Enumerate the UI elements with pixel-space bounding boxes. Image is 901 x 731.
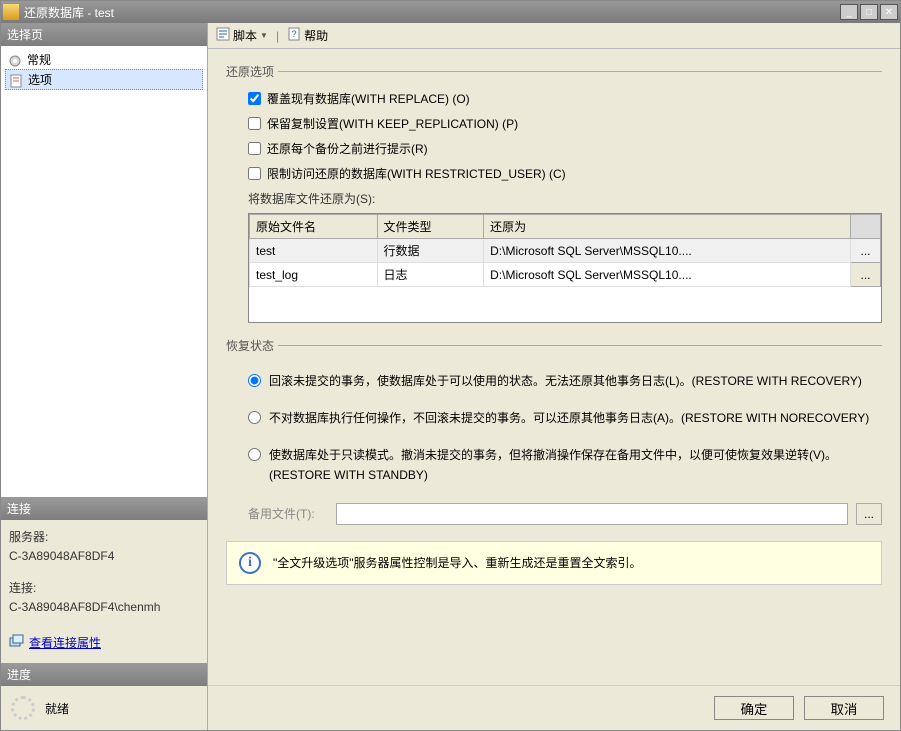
nav-item-options[interactable]: 选项 bbox=[5, 69, 203, 90]
standby-label: 使数据库处于只读模式。撤消未提交的事务，但将撤消操作保存在备用文件中，以便可使恢… bbox=[269, 446, 882, 484]
cell-name: test_log bbox=[250, 263, 378, 287]
help-button[interactable]: ? 帮助 bbox=[283, 25, 332, 46]
table-row[interactable]: test_log 日志 D:\Microsoft SQL Server\MSSQ… bbox=[250, 263, 881, 287]
restore-options-group: 还原选项 覆盖现有数据库(WITH REPLACE) (O) 保留复制设置(WI… bbox=[226, 63, 882, 323]
col-type[interactable]: 文件类型 bbox=[377, 215, 484, 239]
gear-icon bbox=[7, 53, 23, 67]
col-action bbox=[851, 215, 881, 239]
standby-file-input[interactable] bbox=[336, 503, 848, 525]
connection-info: 服务器: C-3A89048AF8DF4 连接: C-3A89048AF8DF4… bbox=[1, 520, 207, 663]
progress-status: 就绪 bbox=[45, 700, 69, 717]
view-connection-text: 查看连接属性 bbox=[29, 634, 101, 651]
script-button[interactable]: 脚本 ▼ bbox=[212, 25, 272, 46]
standby-browse-button[interactable]: ... bbox=[856, 503, 882, 525]
spinner-icon bbox=[11, 696, 35, 720]
cancel-button[interactable]: 取消 bbox=[804, 696, 884, 720]
recovery-label: 回滚未提交的事务，使数据库处于可以使用的状态。无法还原其他事务日志(L)。(RE… bbox=[269, 372, 882, 391]
prompt-checkbox[interactable] bbox=[248, 142, 261, 155]
col-restore-as[interactable]: 还原为 bbox=[484, 215, 851, 239]
standby-file-label: 备用文件(T): bbox=[248, 505, 328, 522]
restore-options-title: 还原选项 bbox=[226, 63, 274, 80]
nav-label-general: 常规 bbox=[27, 51, 51, 68]
window-buttons: _ □ ✕ bbox=[840, 4, 898, 20]
separator: | bbox=[276, 29, 279, 43]
prompt-label: 还原每个备份之前进行提示(R) bbox=[267, 140, 428, 157]
keep-replication-label: 保留复制设置(WITH KEEP_REPLICATION) (P) bbox=[267, 115, 518, 132]
content-area: 选择页 常规 选项 bbox=[1, 23, 900, 730]
nav-list: 常规 选项 bbox=[1, 46, 207, 497]
info-bar: i "全文升级选项"服务器属性控制是导入、重新生成还是重置全文索引。 bbox=[226, 541, 882, 585]
info-icon: i bbox=[239, 552, 261, 574]
recovery-title: 恢复状态 bbox=[226, 337, 274, 354]
help-label: 帮助 bbox=[304, 27, 328, 44]
standby-radio[interactable] bbox=[248, 448, 261, 461]
conn-label: 连接: bbox=[9, 579, 199, 596]
view-connection-link[interactable]: 查看连接属性 bbox=[9, 634, 101, 651]
minimize-button[interactable]: _ bbox=[840, 4, 858, 20]
right-panel: 脚本 ▼ | ? 帮助 还原选项 bbox=[208, 23, 900, 730]
browse-button[interactable]: ... bbox=[851, 239, 881, 263]
recovery-radio[interactable] bbox=[248, 374, 261, 387]
cell-name: test bbox=[250, 239, 378, 263]
ok-button[interactable]: 确定 bbox=[714, 696, 794, 720]
restricted-label: 限制访问还原的数据库(WITH RESTRICTED_USER) (C) bbox=[267, 165, 566, 182]
connection-header: 连接 bbox=[1, 497, 207, 520]
cell-path: D:\Microsoft SQL Server\MSSQL10.... bbox=[484, 239, 851, 263]
nav-item-general[interactable]: 常规 bbox=[5, 50, 203, 69]
titlebar: 还原数据库 - test _ □ ✕ bbox=[1, 1, 900, 23]
close-button[interactable]: ✕ bbox=[880, 4, 898, 20]
overwrite-label: 覆盖现有数据库(WITH REPLACE) (O) bbox=[267, 90, 470, 107]
info-text: "全文升级选项"服务器属性控制是导入、重新生成还是重置全文索引。 bbox=[273, 554, 642, 571]
button-row: 确定 取消 bbox=[208, 685, 900, 730]
maximize-button[interactable]: □ bbox=[860, 4, 878, 20]
norecovery-label: 不对数据库执行任何操作，不回滚未提交的事务。可以还原其他事务日志(A)。(RES… bbox=[269, 409, 882, 428]
restricted-checkbox[interactable] bbox=[248, 167, 261, 180]
nav-label-options: 选项 bbox=[28, 71, 52, 88]
files-table[interactable]: 原始文件名 文件类型 还原为 test 行数据 bbox=[248, 213, 882, 323]
script-icon bbox=[216, 27, 230, 44]
script-label: 脚本 bbox=[233, 27, 257, 44]
server-label: 服务器: bbox=[9, 528, 199, 545]
server-value: C-3A89048AF8DF4 bbox=[9, 549, 199, 563]
chevron-down-icon: ▼ bbox=[260, 31, 268, 40]
svg-text:?: ? bbox=[292, 29, 297, 39]
connection-icon bbox=[9, 634, 25, 651]
dialog-window: 还原数据库 - test _ □ ✕ 选择页 常规 bbox=[0, 0, 901, 731]
conn-value: C-3A89048AF8DF4\chenmh bbox=[9, 600, 199, 614]
norecovery-radio[interactable] bbox=[248, 411, 261, 424]
left-panel: 选择页 常规 选项 bbox=[1, 23, 208, 730]
recovery-group: 恢复状态 回滚未提交的事务，使数据库处于可以使用的状态。无法还原其他事务日志(L… bbox=[226, 337, 882, 585]
files-label: 将数据库文件还原为(S): bbox=[248, 190, 882, 207]
table-row[interactable]: test 行数据 D:\Microsoft SQL Server\MSSQL10… bbox=[250, 239, 881, 263]
overwrite-checkbox[interactable] bbox=[248, 92, 261, 105]
cell-path: D:\Microsoft SQL Server\MSSQL10.... bbox=[484, 263, 851, 287]
progress-body: 就绪 bbox=[1, 686, 207, 730]
browse-button[interactable]: ... bbox=[851, 263, 881, 287]
cell-type: 日志 bbox=[377, 263, 484, 287]
app-icon bbox=[3, 4, 19, 20]
window-title: 还原数据库 - test bbox=[24, 4, 840, 21]
select-page-header: 选择页 bbox=[1, 23, 207, 46]
help-icon: ? bbox=[287, 27, 301, 44]
page-icon bbox=[8, 73, 24, 87]
col-orig[interactable]: 原始文件名 bbox=[250, 215, 378, 239]
cell-type: 行数据 bbox=[377, 239, 484, 263]
main-area: 还原选项 覆盖现有数据库(WITH REPLACE) (O) 保留复制设置(WI… bbox=[208, 49, 900, 685]
toolbar: 脚本 ▼ | ? 帮助 bbox=[208, 23, 900, 49]
progress-header: 进度 bbox=[1, 663, 207, 686]
keep-replication-checkbox[interactable] bbox=[248, 117, 261, 130]
